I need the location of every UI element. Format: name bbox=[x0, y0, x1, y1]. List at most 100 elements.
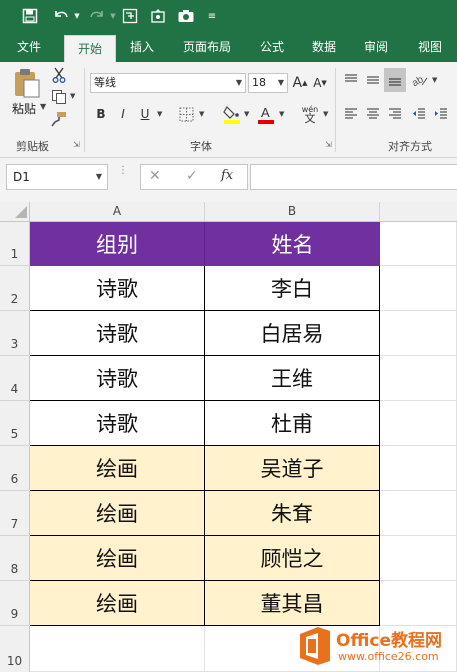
grow-font-button[interactable]: A ▲ bbox=[292, 73, 308, 93]
table-cell[interactable]: 杜甫 bbox=[205, 401, 380, 446]
row-header-4[interactable]: 4 bbox=[0, 356, 30, 401]
borders-dropdown-icon[interactable]: ▼ bbox=[199, 110, 204, 118]
tab-formulas[interactable]: 公式 bbox=[250, 32, 294, 62]
phonetic-guide-button[interactable]: wén 文 bbox=[298, 102, 322, 126]
paste-label[interactable]: 粘贴 bbox=[12, 100, 36, 117]
camera-icon[interactable] bbox=[176, 6, 196, 26]
fill-color-icon[interactable] bbox=[222, 102, 242, 126]
table-cell[interactable]: 吴道子 bbox=[205, 446, 380, 491]
font-color-icon[interactable]: A bbox=[256, 102, 276, 126]
table-cell[interactable]: 诗歌 bbox=[30, 401, 205, 446]
paste-dropdown-icon[interactable]: ▼ bbox=[40, 102, 46, 111]
table-cell[interactable]: 朱耷 bbox=[205, 491, 380, 536]
decrease-indent-icon[interactable] bbox=[410, 104, 428, 124]
align-center-icon[interactable] bbox=[364, 104, 382, 124]
table-cell[interactable]: 诗歌 bbox=[30, 311, 205, 356]
align-right-icon[interactable] bbox=[386, 104, 404, 124]
table-cell[interactable]: 诗歌 bbox=[30, 356, 205, 401]
table-cell[interactable]: 王维 bbox=[205, 356, 380, 401]
chevron-down-icon: ▼ bbox=[95, 172, 102, 181]
table-cell[interactable]: 绘画 bbox=[30, 536, 205, 581]
undo-dropdown-icon[interactable]: ▼ bbox=[72, 6, 82, 26]
column-header-b[interactable]: B bbox=[205, 202, 380, 221]
chevron-down-icon: ▼ bbox=[235, 78, 242, 87]
table-header-cell[interactable]: 组别 bbox=[30, 222, 205, 266]
table-cell[interactable]: 董其昌 bbox=[205, 581, 380, 626]
table-cell[interactable]: 诗歌 bbox=[30, 266, 205, 311]
font-launcher-icon[interactable]: ⇲ bbox=[325, 140, 332, 149]
enter-icon[interactable]: ✓ bbox=[186, 168, 198, 184]
align-middle-icon[interactable] bbox=[364, 70, 382, 90]
row-header-6[interactable]: 6 bbox=[0, 446, 30, 491]
table-cell[interactable]: 绘画 bbox=[30, 446, 205, 491]
format-painter-brush-icon[interactable] bbox=[50, 110, 68, 128]
insert-shape-icon[interactable] bbox=[148, 6, 168, 26]
row-header-9[interactable]: 9 bbox=[0, 581, 30, 626]
tab-review[interactable]: 审阅 bbox=[354, 32, 398, 62]
name-box[interactable]: D1 ▼ bbox=[6, 164, 108, 190]
italic-button[interactable]: I bbox=[114, 104, 132, 124]
select-all-button[interactable] bbox=[0, 202, 30, 221]
align-left-icon[interactable] bbox=[342, 104, 360, 124]
orientation-dropdown-icon[interactable]: ▼ bbox=[432, 76, 437, 84]
tab-home[interactable]: 开始 bbox=[64, 35, 116, 62]
underline-button[interactable]: U bbox=[136, 104, 154, 124]
redo-dropdown-icon[interactable]: ▼ bbox=[108, 6, 118, 26]
tab-insert[interactable]: 插入 bbox=[120, 32, 164, 62]
bold-button[interactable]: B bbox=[92, 104, 110, 124]
align-top-icon[interactable] bbox=[342, 70, 360, 90]
cancel-icon[interactable]: ✕ bbox=[149, 168, 161, 184]
insert-function-button[interactable]: fx bbox=[221, 168, 233, 183]
clipboard-group-label: 剪贴板 bbox=[16, 140, 49, 153]
row-header-7[interactable]: 7 bbox=[0, 491, 30, 536]
borders-icon[interactable] bbox=[176, 104, 196, 124]
formula-input[interactable] bbox=[250, 164, 457, 190]
gridline bbox=[380, 580, 457, 581]
table-cell[interactable]: 绘画 bbox=[30, 491, 205, 536]
font-name-dropdown[interactable]: 等线 ▼ bbox=[90, 73, 246, 93]
ribbon-tabs: 文件 开始 插入 页面布局 公式 数据 审阅 视图 bbox=[0, 32, 457, 62]
row-header-1[interactable]: 1 bbox=[0, 222, 30, 266]
row-header-10[interactable]: 10 bbox=[0, 626, 30, 672]
row-header-3[interactable]: 3 bbox=[0, 311, 30, 356]
tab-data[interactable]: 数据 bbox=[302, 32, 346, 62]
copy-icon[interactable] bbox=[50, 88, 68, 106]
font-size-dropdown[interactable]: 18 ▼ bbox=[248, 73, 288, 93]
font-color-dropdown-icon[interactable]: ▼ bbox=[279, 110, 284, 118]
row-header-8[interactable]: 8 bbox=[0, 536, 30, 581]
customize-icon[interactable]: ≡ bbox=[206, 6, 218, 26]
table-cell[interactable]: 白居易 bbox=[205, 311, 380, 356]
table-cell[interactable]: 顾恺之 bbox=[205, 536, 380, 581]
table-cell[interactable]: 绘画 bbox=[30, 581, 205, 626]
undo-icon[interactable] bbox=[50, 6, 72, 26]
paste-icon[interactable] bbox=[10, 66, 44, 100]
tab-page-layout[interactable]: 页面布局 bbox=[172, 32, 242, 62]
save-icon[interactable] bbox=[20, 6, 40, 26]
watermark-url: www.office26.com bbox=[338, 650, 439, 663]
copy-dropdown-icon[interactable]: ▼ bbox=[70, 92, 75, 100]
watermark-title: Office教程网 bbox=[336, 631, 443, 651]
increase-indent-icon[interactable] bbox=[432, 104, 450, 124]
column-header-a[interactable]: A bbox=[30, 202, 205, 221]
row-header-5[interactable]: 5 bbox=[0, 401, 30, 446]
gridline bbox=[204, 626, 205, 672]
gridline bbox=[380, 265, 457, 266]
row-header-2[interactable]: 2 bbox=[0, 266, 30, 311]
orientation-icon[interactable]: ab bbox=[410, 70, 430, 90]
cut-icon[interactable] bbox=[50, 66, 68, 84]
shrink-font-button[interactable]: A ▼ bbox=[312, 73, 328, 93]
tab-file[interactable]: 文件 bbox=[4, 32, 54, 62]
fill-color-dropdown-icon[interactable]: ▼ bbox=[244, 110, 249, 118]
format-painter-icon[interactable] bbox=[120, 6, 140, 26]
clipboard-launcher-icon[interactable]: ⇲ bbox=[73, 140, 80, 149]
table-cell[interactable]: 李白 bbox=[205, 266, 380, 311]
align-bottom-icon[interactable] bbox=[384, 68, 406, 92]
phonetic-dropdown-icon[interactable]: ▼ bbox=[323, 110, 328, 118]
underline-dropdown-icon[interactable]: ▼ bbox=[157, 110, 162, 118]
gridline bbox=[380, 400, 457, 401]
column-header-c[interactable] bbox=[380, 202, 457, 221]
tab-view[interactable]: 视图 bbox=[408, 32, 452, 62]
formula-bar-grip-icon[interactable]: ⋮ bbox=[118, 166, 128, 176]
table-header-cell[interactable]: 姓名 bbox=[205, 222, 380, 266]
redo-icon[interactable] bbox=[86, 6, 108, 26]
